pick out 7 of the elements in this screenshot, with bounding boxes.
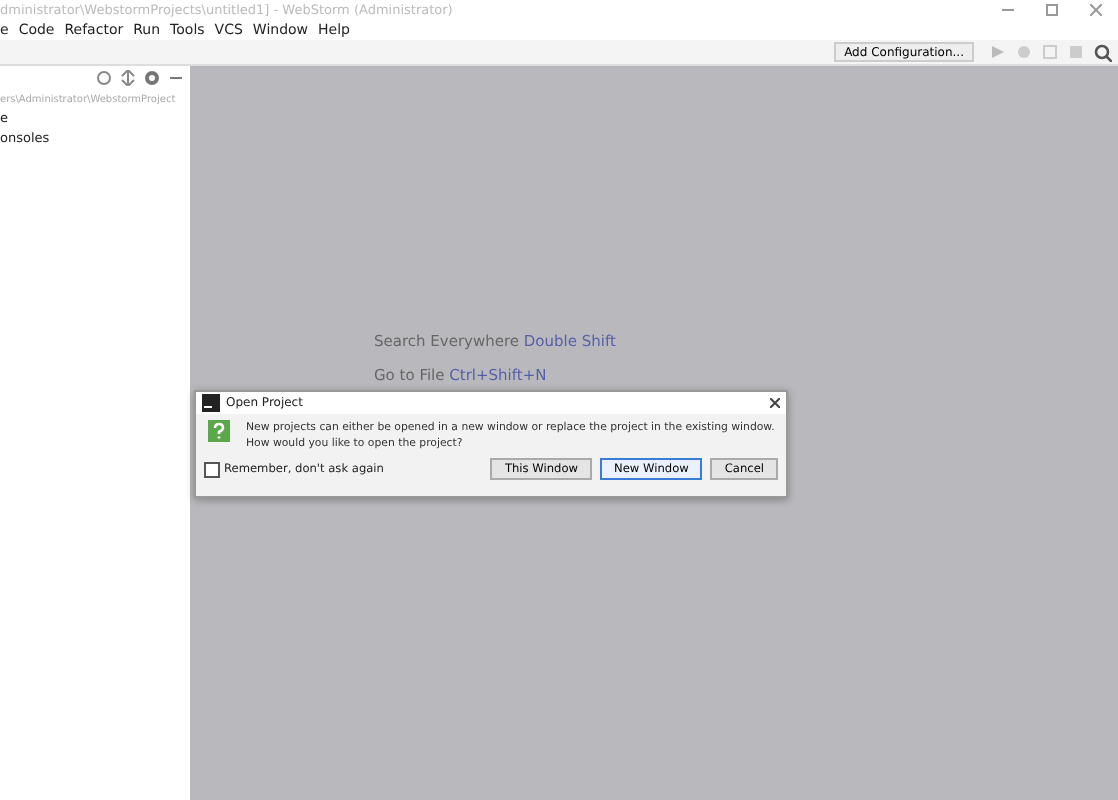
minimize-icon[interactable] bbox=[1002, 3, 1014, 15]
collapse-icon[interactable] bbox=[120, 70, 136, 86]
checkbox[interactable] bbox=[204, 461, 220, 477]
search-icon[interactable] bbox=[1094, 43, 1112, 61]
maximize-icon[interactable] bbox=[1046, 3, 1058, 15]
close-icon[interactable] bbox=[770, 398, 780, 408]
question-icon bbox=[208, 420, 230, 442]
